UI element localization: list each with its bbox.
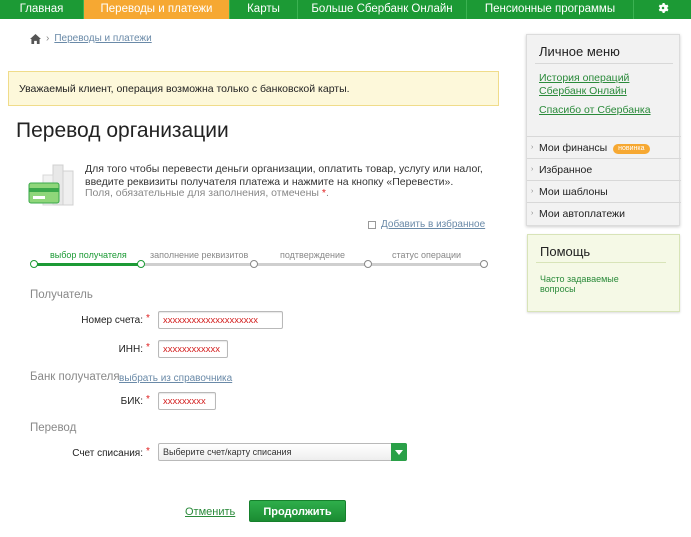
note-period: . <box>325 187 329 199</box>
bik-input[interactable]: xxxxxxxxx <box>158 392 216 410</box>
account-number-input[interactable]: xxxxxxxxxxxxxxxxxxxx <box>158 311 283 329</box>
menu-item-my-finances[interactable]: › Мои финансы новинка <box>527 136 681 158</box>
menu-item-autopayments[interactable]: › Мои автоплатежи <box>527 202 681 224</box>
chevron-right-icon: › <box>531 144 534 151</box>
help-title: Помощь <box>540 244 591 259</box>
menu-item-autopayments-label: Мои автоплатежи <box>539 208 625 220</box>
operations-history-link[interactable]: История операций Сбербанк Онлайн <box>539 72 649 98</box>
breadcrumb: › Переводы и платежи <box>30 33 152 44</box>
top-navigation: Главная Переводы и платежи Карты Больше … <box>0 0 691 19</box>
step-label-status: статус операции <box>392 250 462 260</box>
bik-required-mark: * <box>146 394 150 405</box>
home-icon[interactable] <box>30 33 41 44</box>
settings-button[interactable] <box>634 0 691 19</box>
help-divider <box>536 262 666 263</box>
favorites-checkbox-icon <box>368 220 376 229</box>
continue-button[interactable]: Продолжить <box>249 500 346 522</box>
spasibo-link[interactable]: Спасибо от Сбербанка <box>539 104 651 117</box>
cancel-link[interactable]: Отменить <box>185 506 235 518</box>
faq-link[interactable]: Часто задаваемые вопросы <box>540 274 640 294</box>
intro-text: Для того чтобы перевести деньги организа… <box>85 163 483 188</box>
menu-item-favorites[interactable]: › Избранное <box>527 158 681 180</box>
debit-account-select[interactable]: Выберите счет/карту списания <box>158 443 407 461</box>
step-line-4 <box>368 263 484 266</box>
add-to-favorites[interactable]: Добавить в избранное <box>368 219 485 230</box>
step-dot-1 <box>137 260 145 268</box>
dropdown-arrow-icon[interactable] <box>391 443 407 461</box>
recipient-section-title: Получатель <box>30 289 93 301</box>
step-label-recipient: выбор получателя <box>50 250 127 260</box>
chevron-right-icon: › <box>46 33 50 44</box>
inn-required-mark: * <box>146 342 150 353</box>
step-dot-end <box>480 260 488 268</box>
menu-item-templates-label: Мои шаблоны <box>539 186 608 198</box>
chevron-right-icon: › <box>531 166 534 173</box>
menu-item-my-finances-label: Мои финансы <box>539 142 608 154</box>
transfer-section-title: Перевод <box>30 422 77 434</box>
step-progress: выбор получателя заполнение реквизитов п… <box>30 248 488 272</box>
required-note-text: Поля, обязательные для заполнения, отмеч… <box>85 187 319 199</box>
help-panel: Помощь Часто задаваемые вопросы <box>527 234 680 312</box>
chevron-right-icon: › <box>531 210 534 217</box>
personal-menu-title: Личное меню <box>539 44 620 59</box>
debit-required-mark: * <box>146 446 150 457</box>
step-dot-2 <box>250 260 258 268</box>
inn-label-text: ИНН: <box>118 344 143 355</box>
inn-input[interactable]: xxxxxxxxxxxx <box>158 340 228 358</box>
payment-card-building-icon <box>28 164 74 206</box>
step-label-details: заполнение реквизитов <box>150 250 249 260</box>
inn-label: ИНН: <box>40 344 143 355</box>
panel-divider <box>535 63 673 64</box>
menu-item-templates[interactable]: › Мои шаблоны <box>527 180 681 202</box>
bik-label-text: БИК: <box>120 396 143 407</box>
account-number-label: Номер счета: <box>40 315 143 326</box>
step-dot-3 <box>364 260 372 268</box>
nav-item-home[interactable]: Главная <box>0 0 84 19</box>
step-line-3 <box>254 263 368 266</box>
nav-item-pension[interactable]: Пенсионные программы <box>467 0 634 19</box>
debit-account-label: Счет списания: <box>40 448 143 459</box>
nav-item-transfers[interactable]: Переводы и платежи <box>84 0 230 19</box>
nav-item-cards[interactable]: Карты <box>230 0 298 19</box>
breadcrumb-transfers-link[interactable]: Переводы и платежи <box>54 33 151 44</box>
required-fields-note: Поля, обязательные для заполнения, отмеч… <box>85 187 329 199</box>
personal-menu-panel: Личное меню История операций Сбербанк Он… <box>526 34 681 226</box>
account-required-mark: * <box>146 313 150 324</box>
step-line-2 <box>141 263 254 266</box>
debit-account-label-text: Счет списания: <box>72 448 143 459</box>
add-to-favorites-link[interactable]: Добавить в избранное <box>381 219 485 230</box>
bik-label: БИК: <box>40 396 143 407</box>
new-badge: новинка <box>613 144 650 154</box>
step-label-confirm: подтверждение <box>280 250 346 260</box>
gear-icon <box>658 3 668 14</box>
bank-section-title: Банк получателя <box>30 371 120 383</box>
page-title: Перевод организации <box>16 119 229 142</box>
debit-account-select-value: Выберите счет/карту списания <box>163 447 292 457</box>
chevron-right-icon: › <box>531 188 534 195</box>
nav-item-more[interactable]: Больше Сбербанк Онлайн <box>298 0 467 19</box>
account-number-label-text: Номер счета: <box>81 315 143 326</box>
step-dot-start <box>30 260 38 268</box>
menu-item-favorites-label: Избранное <box>539 164 593 176</box>
bank-lookup-link[interactable]: выбрать из справочника <box>119 373 232 384</box>
warning-message: Уважаемый клиент, операция возможна толь… <box>8 71 499 106</box>
step-line-1 <box>34 263 141 266</box>
